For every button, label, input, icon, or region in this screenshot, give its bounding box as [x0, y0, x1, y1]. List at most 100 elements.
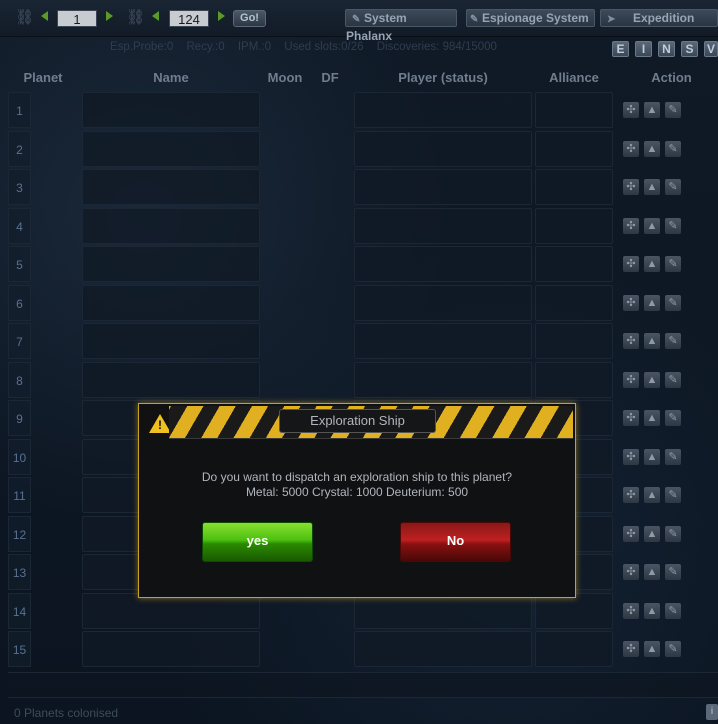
espionage-icon: ✎	[470, 14, 479, 25]
exploration-dialog: ! Exploration Ship Do you want to dispat…	[138, 403, 576, 598]
filter-n-button[interactable]: N	[658, 41, 675, 57]
info-button[interactable]: i	[706, 704, 718, 720]
attack-action-icon[interactable]: ▲	[644, 102, 660, 118]
attack-action-icon[interactable]: ▲	[644, 256, 660, 272]
planet-name-cell	[82, 631, 260, 667]
player-cell	[354, 285, 532, 321]
attack-action-icon[interactable]: ▲	[644, 449, 660, 465]
message-action-icon[interactable]: ✎	[665, 102, 681, 118]
system-prev-arrow-icon[interactable]	[152, 11, 159, 21]
attack-action-icon[interactable]: ▲	[644, 179, 660, 195]
alliance-cell	[535, 631, 613, 667]
attack-action-icon[interactable]: ▲	[644, 410, 660, 426]
espionage-action-icon[interactable]: ✣	[623, 333, 639, 349]
espionage-action-icon[interactable]: ✣	[623, 564, 639, 580]
espionage-action-icon[interactable]: ✣	[623, 372, 639, 388]
attack-action-icon[interactable]: ▲	[644, 526, 660, 542]
system-next-arrow-icon[interactable]	[218, 11, 225, 21]
player-cell	[354, 208, 532, 244]
system-link-icon[interactable]: ⛓	[126, 9, 145, 27]
espionage-action-icon[interactable]: ✣	[623, 295, 639, 311]
planet-position: 4	[8, 208, 31, 244]
message-action-icon[interactable]: ✎	[665, 487, 681, 503]
espionage-action-icon[interactable]: ✣	[623, 218, 639, 234]
yes-button[interactable]: yes	[202, 522, 313, 562]
message-action-icon[interactable]: ✎	[665, 256, 681, 272]
attack-action-icon[interactable]: ▲	[644, 295, 660, 311]
system-phalanx-button[interactable]: ✎ System Phalanx	[345, 9, 457, 43]
message-action-icon[interactable]: ✎	[665, 564, 681, 580]
header-action: Action	[651, 70, 692, 85]
no-button[interactable]: No	[400, 522, 511, 562]
used-slots: Used slots:0/26	[284, 41, 364, 53]
header-planet: Planet	[23, 70, 63, 85]
espionage-action-icon[interactable]: ✣	[623, 410, 639, 426]
espionage-action-icon[interactable]: ✣	[623, 256, 639, 272]
table-row: 15 ✣ ▲ ✎	[0, 631, 718, 669]
ipm-count: IPM.:0	[237, 41, 272, 53]
message-action-icon[interactable]: ✎	[665, 141, 681, 157]
galaxy-input[interactable]: 1	[57, 10, 97, 27]
espionage-action-icon[interactable]: ✣	[623, 526, 639, 542]
dialog-title: Exploration Ship	[279, 409, 436, 433]
attack-action-icon[interactable]: ▲	[644, 333, 660, 349]
espionage-system-button[interactable]: ✎ Espionage System	[466, 9, 595, 27]
alliance-cell	[535, 92, 613, 128]
espionage-action-icon[interactable]: ✣	[623, 179, 639, 195]
header-alliance: Alliance	[549, 70, 599, 85]
player-cell	[354, 92, 532, 128]
message-action-icon[interactable]: ✎	[665, 218, 681, 234]
message-action-icon[interactable]: ✎	[665, 333, 681, 349]
filter-v-button[interactable]: V	[704, 41, 718, 57]
attack-action-icon[interactable]: ▲	[644, 641, 660, 657]
table-row: 5 ✣ ▲ ✎	[0, 246, 718, 284]
message-action-icon[interactable]: ✎	[665, 449, 681, 465]
filter-s-button[interactable]: S	[681, 41, 698, 57]
planet-position: 2	[8, 131, 31, 167]
planet-name-cell	[82, 323, 260, 359]
table-row: 8 ✣ ▲ ✎	[0, 362, 718, 400]
planet-position: 1	[8, 92, 31, 128]
espionage-action-icon[interactable]: ✣	[623, 603, 639, 619]
message-action-icon[interactable]: ✎	[665, 410, 681, 426]
message-action-icon[interactable]: ✎	[665, 295, 681, 311]
espionage-action-icon[interactable]: ✣	[623, 141, 639, 157]
espionage-action-icon[interactable]: ✣	[623, 449, 639, 465]
espionage-action-icon[interactable]: ✣	[623, 102, 639, 118]
filter-i-button[interactable]: I	[635, 41, 652, 57]
espionage-action-icon[interactable]: ✣	[623, 487, 639, 503]
table-footer-bar	[8, 672, 718, 698]
system-input[interactable]: 124	[169, 10, 209, 27]
message-action-icon[interactable]: ✎	[665, 641, 681, 657]
go-button[interactable]: Go!	[233, 10, 266, 27]
message-action-icon[interactable]: ✎	[665, 526, 681, 542]
planet-position: 11	[8, 477, 31, 513]
galaxy-next-arrow-icon[interactable]	[106, 11, 113, 21]
espionage-action-icon[interactable]: ✣	[623, 641, 639, 657]
expedition-label: Expedition	[633, 11, 695, 25]
message-action-icon[interactable]: ✎	[665, 603, 681, 619]
attack-action-icon[interactable]: ▲	[644, 372, 660, 388]
player-cell	[354, 593, 532, 629]
player-cell	[354, 131, 532, 167]
header-name: Name	[153, 70, 189, 85]
message-action-icon[interactable]: ✎	[665, 179, 681, 195]
alliance-cell	[535, 169, 613, 205]
galaxy-prev-arrow-icon[interactable]	[41, 11, 48, 21]
table-row: 1 ✣ ▲ ✎	[0, 92, 718, 130]
expedition-cursor-icon: ➤	[607, 14, 616, 25]
attack-action-icon[interactable]: ▲	[644, 487, 660, 503]
dialog-cost: Metal: 5000 Crystal: 1000 Deuterium: 500	[245, 485, 469, 499]
expedition-button[interactable]: ➤ Expedition	[600, 9, 718, 27]
message-action-icon[interactable]: ✎	[665, 372, 681, 388]
attack-action-icon[interactable]: ▲	[644, 603, 660, 619]
filter-e-button[interactable]: E	[612, 41, 629, 57]
attack-action-icon[interactable]: ▲	[644, 564, 660, 580]
attack-action-icon[interactable]: ▲	[644, 141, 660, 157]
table-row: 4 ✣ ▲ ✎	[0, 208, 718, 246]
player-cell	[354, 169, 532, 205]
player-cell	[354, 323, 532, 359]
attack-action-icon[interactable]: ▲	[644, 218, 660, 234]
galaxy-link-icon[interactable]: ⛓	[15, 9, 34, 27]
alliance-cell	[535, 593, 613, 629]
